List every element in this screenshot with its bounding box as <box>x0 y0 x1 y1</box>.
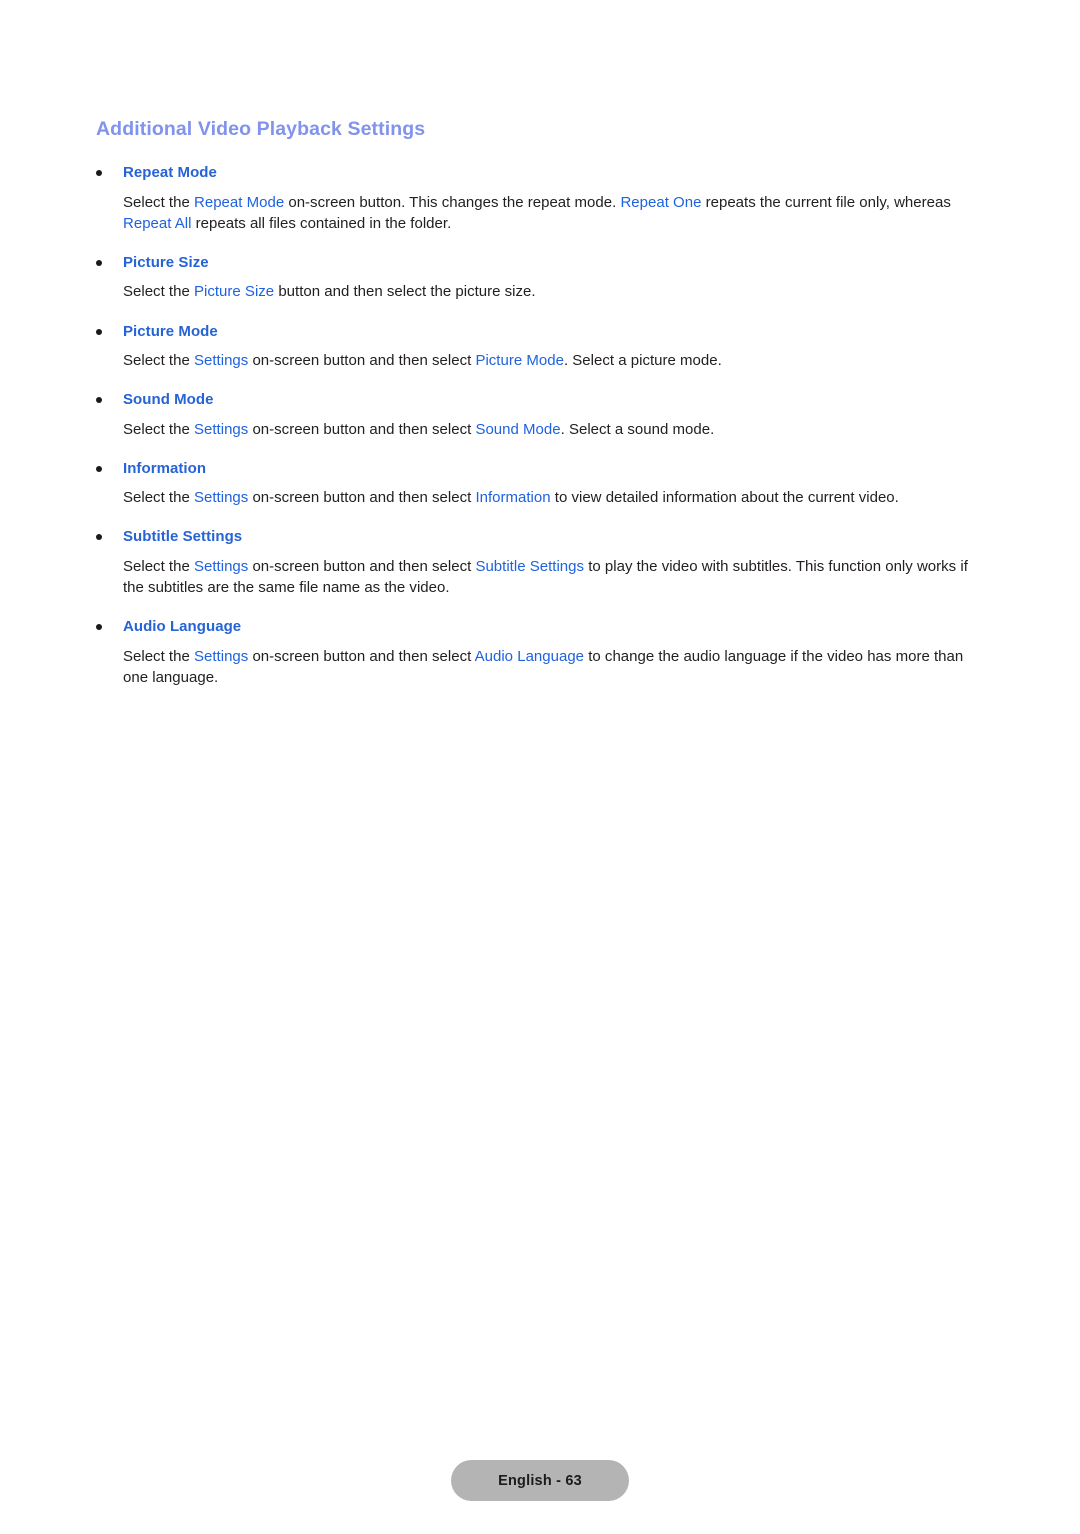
section-body-text: Select the Picture Size button and then … <box>96 281 981 302</box>
section-heading: Sound Mode <box>123 391 214 409</box>
section-body-text: Select the Settings on-screen button and… <box>96 350 981 371</box>
inline-term-highlight: Repeat One <box>620 193 702 211</box>
section-heading: Picture Size <box>123 254 209 272</box>
section-heading: Subtitle Settings <box>123 528 243 546</box>
bullet-row: Subtitle Settings <box>96 527 984 547</box>
inline-term-highlight: Repeat All <box>123 214 192 232</box>
bullet-point-icon <box>96 624 102 631</box>
bullet-point-icon <box>96 260 102 267</box>
inline-term-highlight: Settings <box>194 489 249 507</box>
inline-text: Select the <box>123 193 194 211</box>
section-body-text: Select the Settings on-screen button and… <box>96 556 981 599</box>
inline-term-highlight: Picture Size <box>194 283 275 301</box>
inline-text: Select the <box>123 352 194 370</box>
bullet-row: Audio Language <box>96 617 984 637</box>
inline-text: Select the <box>123 647 194 665</box>
settings-section: Picture Size Select the Picture Size butt… <box>96 253 984 303</box>
inline-text: on-screen button and then select <box>248 420 476 438</box>
inline-text: Select the <box>123 420 194 438</box>
settings-section: Sound Mode Select the Settings on-screen … <box>96 390 984 440</box>
inline-text: repeats the current file only, whereas <box>701 193 951 211</box>
section-body-text: Select the Settings on-screen button and… <box>96 487 981 508</box>
inline-text: on-screen button. This changes the repea… <box>284 193 621 211</box>
inline-text: on-screen button and then select <box>248 557 476 575</box>
inline-text: Select the <box>123 557 194 575</box>
bullet-row: Repeat Mode <box>96 163 984 183</box>
inline-term-highlight: Settings <box>194 420 249 438</box>
section-heading: Repeat Mode <box>123 164 217 182</box>
bullet-point-icon <box>96 465 102 472</box>
page-content: Additional Video Playback Settings Repea… <box>96 118 984 688</box>
section-heading: Audio Language <box>123 618 242 636</box>
section-heading: Picture Mode <box>123 322 218 340</box>
inline-text: Select the <box>123 283 194 301</box>
settings-section: Subtitle Settings Select the Settings on-… <box>96 527 984 598</box>
inline-text: . Select a picture mode. <box>563 352 722 370</box>
page-title: Additional Video Playback Settings <box>96 118 426 140</box>
inline-text: Select the <box>123 489 194 507</box>
inline-text: on-screen button and then select <box>248 647 475 665</box>
inline-term-highlight: Settings <box>194 647 249 665</box>
bullet-row: Picture Size <box>96 253 984 273</box>
inline-term-highlight: Settings <box>194 557 249 575</box>
inline-term-highlight: Information <box>475 489 551 507</box>
inline-term-highlight: Picture Mode <box>475 352 564 370</box>
section-body-text: Select the Settings on-screen button and… <box>96 646 981 689</box>
inline-term-highlight: Sound Mode <box>475 420 561 438</box>
section-heading: Information <box>123 459 207 477</box>
bullet-row: Picture Mode <box>96 322 984 342</box>
inline-text: . Select a sound mode. <box>560 420 715 438</box>
bullet-point-icon <box>96 397 102 404</box>
settings-section: Picture Mode Select the Settings on-scree… <box>96 322 984 372</box>
settings-section-list: Repeat Mode Select the Repeat Mode on-scr… <box>96 163 984 688</box>
settings-section: Repeat Mode Select the Repeat Mode on-scr… <box>96 163 984 234</box>
inline-term-highlight: Repeat Mode <box>194 193 285 211</box>
inline-text: repeats all files contained in the folde… <box>191 214 452 232</box>
section-body-text: Select the Settings on-screen button and… <box>96 419 981 440</box>
bullet-row: Information <box>96 459 984 479</box>
page-footer: English - 63 <box>0 1460 1080 1501</box>
inline-text: on-screen button and then select <box>248 489 476 507</box>
page-number-badge: English - 63 <box>451 1460 629 1501</box>
bullet-point-icon <box>96 534 102 541</box>
inline-term-highlight: Audio Language <box>474 647 585 665</box>
inline-text: to view detailed information about the c… <box>550 489 899 507</box>
bullet-row: Sound Mode <box>96 390 984 410</box>
inline-term-highlight: Subtitle Settings <box>475 557 585 575</box>
inline-term-highlight: Settings <box>194 352 249 370</box>
document-page: Additional Video Playback Settings Repea… <box>0 0 1080 1534</box>
section-body-text: Select the Repeat Mode on-screen button.… <box>96 192 981 235</box>
bullet-point-icon <box>96 170 102 177</box>
settings-section: Information Select the Settings on-screen… <box>96 459 984 509</box>
inline-text: on-screen button and then select <box>248 352 476 370</box>
settings-section: Audio Language Select the Settings on-scr… <box>96 617 984 688</box>
bullet-point-icon <box>96 328 102 335</box>
inline-text: button and then select the picture size. <box>274 283 536 301</box>
